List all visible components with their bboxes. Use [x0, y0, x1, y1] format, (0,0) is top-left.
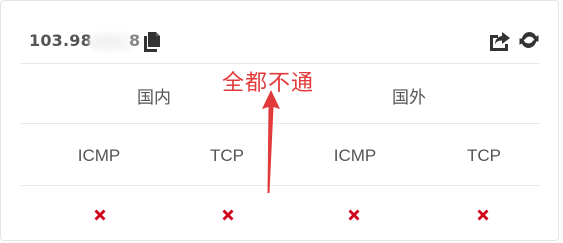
protocol-label-domestic-icmp: ICMP [77, 146, 121, 165]
ip-address-prefix: 103.98 [29, 31, 92, 50]
x-mark-icon [94, 209, 106, 221]
ip-address: 103.98 [29, 31, 92, 50]
share-icon[interactable] [488, 30, 512, 52]
region-foreign-label: 国外 [392, 88, 426, 108]
card-header: 103.98 8 [1, 1, 560, 63]
ip-address-suffix: 8 [129, 31, 141, 50]
refresh-icon[interactable] [518, 29, 540, 51]
copy-icon[interactable] [143, 30, 161, 52]
annotation-arrow [262, 90, 280, 193]
protocol-label-foreign-icmp: ICMP [333, 146, 377, 165]
divider [21, 63, 540, 64]
x-mark-icon [222, 209, 234, 221]
x-mark-icon [477, 209, 489, 221]
protocol-label-foreign-tcp: TCP [467, 146, 501, 165]
ip-test-card: 103.98 8 国内 国外 ICMP TCP ICMP TCP 全都不通 [0, 0, 559, 241]
region-domestic-label: 国内 [137, 88, 171, 108]
x-mark-icon [348, 209, 360, 221]
